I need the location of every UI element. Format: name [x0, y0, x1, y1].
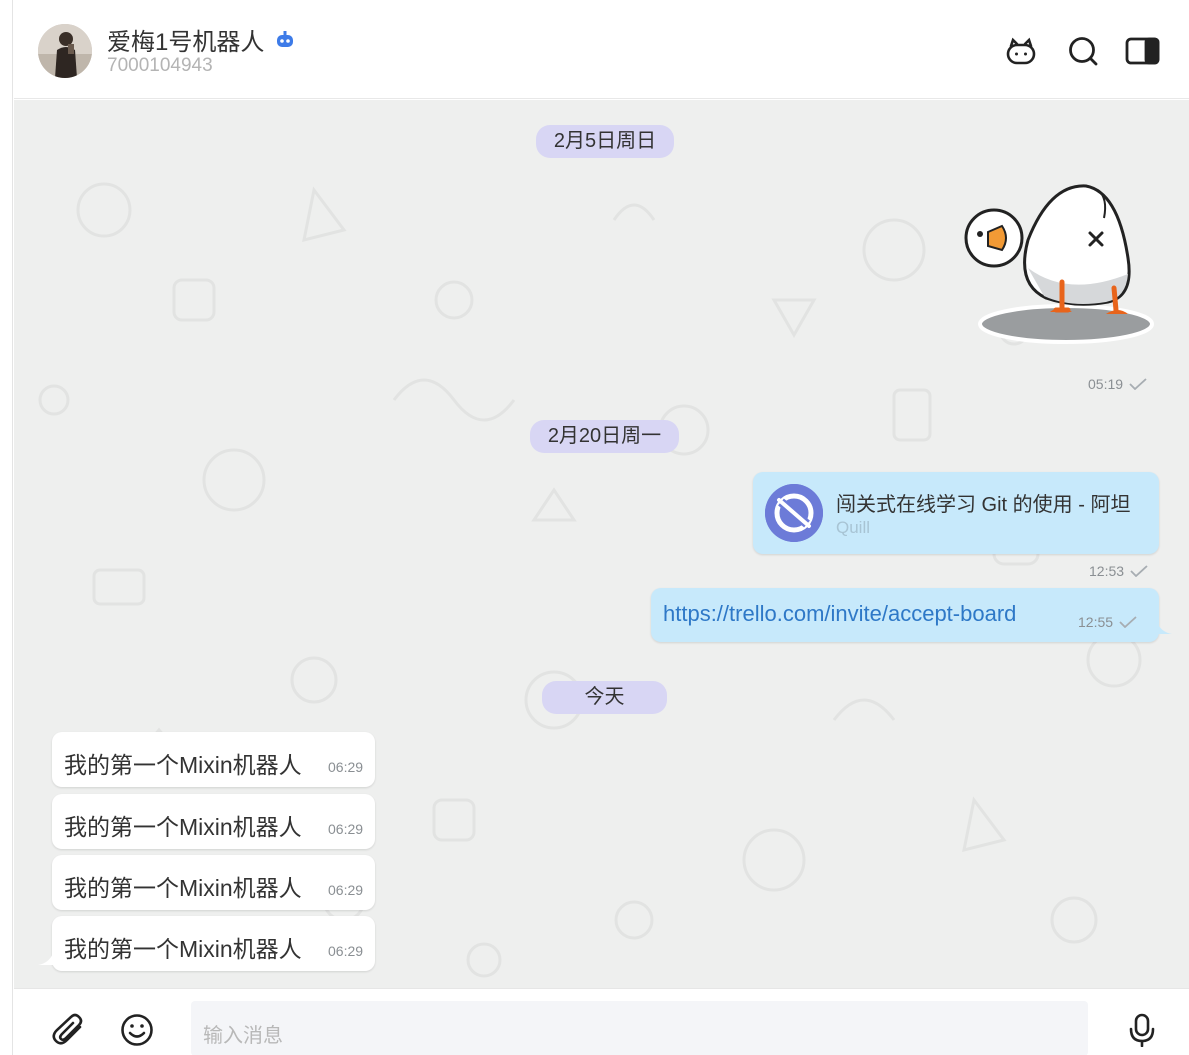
- message-text: 我的第一个Mixin机器人: [64, 814, 302, 840]
- bot-badge-icon: [274, 29, 296, 51]
- composer-bar: [14, 988, 1189, 1055]
- message-meta: 12:55: [1078, 614, 1137, 630]
- date-divider: 2月5日周日: [536, 125, 674, 158]
- message-link[interactable]: https://trello.com/invite/accept-board: [663, 601, 1016, 627]
- message-time: 12:53: [1089, 563, 1125, 579]
- message-time: 12:55: [1078, 614, 1114, 630]
- message-time: 06:29: [328, 759, 364, 775]
- message-text: 我的第一个Mixin机器人: [64, 752, 302, 778]
- microphone-icon[interactable]: [1125, 1013, 1159, 1048]
- left-panel-edge: [0, 0, 13, 1055]
- incoming-message[interactable]: 我的第一个Mixin机器人 06:29: [52, 732, 375, 787]
- message-meta: 05:19: [1088, 376, 1147, 392]
- message-input[interactable]: [191, 1001, 1088, 1055]
- incoming-message[interactable]: 我的第一个Mixin机器人 06:29: [52, 855, 375, 910]
- sidebar-toggle-icon[interactable]: [1125, 34, 1160, 68]
- paperclip-icon[interactable]: [52, 1013, 86, 1047]
- incoming-message[interactable]: 我的第一个Mixin机器人 06:29: [52, 794, 375, 849]
- message-text: 我的第一个Mixin机器人: [64, 936, 302, 962]
- bubble-tail: [1156, 620, 1172, 634]
- app-card-message[interactable]: 闯关式在线学习 Git 的使用 - 阿坦 Quill: [753, 472, 1159, 554]
- chat-header: 爱梅1号机器人 7000104943: [14, 0, 1189, 99]
- card-title: 闯关式在线学习 Git 的使用 - 阿坦: [836, 494, 1131, 516]
- quill-app-icon: [765, 484, 823, 542]
- search-icon[interactable]: [1066, 34, 1100, 68]
- message-time: 05:19: [1088, 376, 1124, 392]
- chat-title: 爱梅1号机器人: [107, 29, 265, 56]
- bot-icon[interactable]: [1004, 34, 1038, 68]
- outgoing-link-message[interactable]: https://trello.com/invite/accept-board 1…: [651, 588, 1172, 642]
- card-source: Quill: [836, 518, 871, 537]
- date-divider: 今天: [542, 681, 667, 714]
- message-time: 06:29: [328, 821, 364, 837]
- incoming-message[interactable]: 我的第一个Mixin机器人 06:29: [38, 916, 375, 971]
- message-list[interactable]: 2月5日周日 05:19 2月20日周一 闯关式在线学习 Git 的使用 - 阿…: [14, 100, 1189, 988]
- avatar[interactable]: [38, 24, 92, 78]
- message-time: 06:29: [328, 882, 364, 898]
- bubble-tail: [38, 951, 54, 965]
- message-time: 06:29: [328, 943, 364, 959]
- message-meta: 12:53: [1089, 563, 1148, 579]
- sent-check-icon: [1119, 616, 1137, 628]
- message-text: 我的第一个Mixin机器人: [64, 875, 302, 901]
- emoji-icon[interactable]: [120, 1013, 154, 1047]
- date-divider: 2月20日周一: [530, 420, 679, 453]
- duck-sticker[interactable]: [958, 178, 1156, 352]
- sent-check-icon: [1130, 565, 1148, 577]
- chat-id: 7000104943: [107, 55, 213, 76]
- sent-check-icon: [1129, 378, 1147, 390]
